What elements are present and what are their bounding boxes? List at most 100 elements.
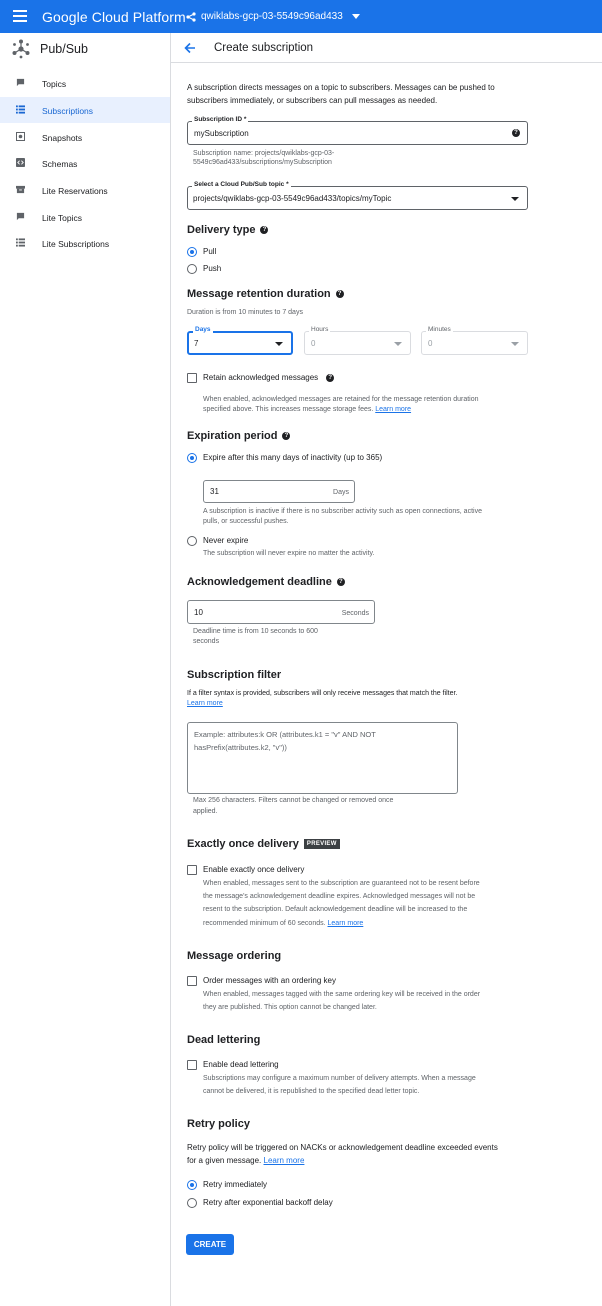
topic-icon xyxy=(16,78,25,87)
sidebar-item-label: Topics xyxy=(42,79,67,89)
filter-desc: If a filter syntax is provided, subscrib… xyxy=(187,690,458,697)
filter-hint-1: Max 256 characters. Filters cannot be ch… xyxy=(193,797,394,804)
retain-desc-2: specified above. This increases message … xyxy=(203,406,412,413)
expiration-desc-2: pulls, or successful pushes. xyxy=(203,518,289,525)
minutes-label: Minutes xyxy=(426,326,453,333)
ack-deadline-input[interactable]: 10 Seconds xyxy=(187,600,375,624)
hours-select[interactable]: Hours 0 xyxy=(304,326,411,355)
sidebar-item-snapshots[interactable]: Snapshots xyxy=(0,124,170,150)
sidebar-item-lite-topics[interactable]: Lite Topics xyxy=(0,204,170,230)
sidebar-item-label: Lite Reservations xyxy=(42,186,108,196)
retain-acked-checkbox[interactable] xyxy=(187,373,197,383)
push-label: Push xyxy=(203,264,222,273)
dead-letter-desc-2: cannot be delivered, it is republished t… xyxy=(203,1088,420,1095)
topic-select-label: Select a Cloud Pub/Sub topic * xyxy=(192,181,291,188)
sidebar-item-subscriptions[interactable]: Subscriptions xyxy=(0,97,170,123)
brand-title[interactable]: Google Cloud Platform xyxy=(42,9,186,25)
days-value: 7 xyxy=(194,339,199,348)
filter-textarea[interactable]: Example: attributes:k OR (attributes.k1 … xyxy=(187,722,458,794)
exactly-once-desc-2: the message's acknowledgement deadline e… xyxy=(203,893,476,900)
ordering-checkbox[interactable] xyxy=(187,976,197,986)
exactly-once-desc-1: When enabled, messages sent to the subsc… xyxy=(203,880,480,887)
sidebar-item-lite-reservations[interactable]: Lite Reservations xyxy=(0,177,170,203)
dropdown-arrow-icon xyxy=(394,342,402,346)
days-label: Days xyxy=(193,326,213,333)
retry-backoff-radio[interactable] xyxy=(187,1198,197,1208)
learn-more-link[interactable]: Learn more xyxy=(264,1156,305,1165)
topic-select-value: projects/qwiklabs-gcp-03-5549c96ad433/to… xyxy=(193,194,392,203)
expiration-days-input[interactable]: 31 Days xyxy=(203,480,355,503)
retry-backoff-label: Retry after exponential backoff delay xyxy=(203,1198,333,1207)
help-icon[interactable]: ? xyxy=(336,578,345,587)
minutes-select[interactable]: Minutes 0 xyxy=(421,326,528,355)
create-button[interactable]: CREATE xyxy=(186,1234,234,1255)
reservation-icon xyxy=(16,185,25,194)
exactly-once-desc-3: resent to the subscription. Default ackn… xyxy=(203,906,468,913)
top-app-bar: Google Cloud Platform qwiklabs-gcp-03-55… xyxy=(0,0,602,33)
sidebar-item-schemas[interactable]: Schemas xyxy=(0,150,170,176)
ordering-label: Order messages with an ordering key xyxy=(203,976,336,985)
push-radio[interactable] xyxy=(187,264,197,274)
help-icon[interactable]: ? xyxy=(335,290,344,299)
project-selector[interactable]: qwiklabs-gcp-03-5549c96ad433 xyxy=(186,11,360,22)
never-expire-label: Never expire xyxy=(203,536,249,545)
help-icon[interactable]: ? xyxy=(260,226,269,235)
intro-line-2: subscribers immediately, or subscribers … xyxy=(187,96,438,105)
ack-deadline-hint-2: seconds xyxy=(193,638,220,645)
list-icon xyxy=(16,238,25,247)
topic-select[interactable]: Select a Cloud Pub/Sub topic * projects/… xyxy=(187,181,528,210)
days-suffix: Days xyxy=(333,489,349,496)
schema-icon xyxy=(16,158,25,167)
filter-hint-2: applied. xyxy=(193,808,218,815)
dropdown-arrow-icon xyxy=(511,197,519,201)
sidebar-item-label: Subscriptions xyxy=(42,106,94,116)
sidebar-item-lite-subscriptions[interactable]: Lite Subscriptions xyxy=(0,230,170,256)
ordering-heading: Message ordering xyxy=(187,950,282,962)
filter-learn-more-link[interactable]: Learn more xyxy=(187,698,223,709)
retain-acked-label: Retain acknowledged messages? xyxy=(203,371,335,384)
exactly-once-label: Enable exactly once delivery xyxy=(203,865,305,874)
expiration-heading: Expiration period? xyxy=(187,430,291,442)
minutes-value: 0 xyxy=(428,339,433,348)
retry-desc-1: Retry policy will be triggered on NACKs … xyxy=(187,1143,498,1152)
filter-placeholder-2: hasPrefix(attributes.k2, "v")) xyxy=(194,743,287,752)
sidebar-item-topics[interactable]: Topics xyxy=(0,70,170,96)
hours-label: Hours xyxy=(309,326,331,333)
delivery-type-heading: Delivery type? xyxy=(187,224,269,236)
expire-after-radio[interactable] xyxy=(187,453,197,463)
subscription-id-field[interactable]: Subscription ID * mySubscription ? xyxy=(187,116,528,145)
dead-letter-checkbox[interactable] xyxy=(187,1060,197,1070)
service-header: Pub/Sub xyxy=(11,39,88,59)
pull-radio[interactable] xyxy=(187,247,197,257)
dead-letter-label: Enable dead lettering xyxy=(203,1060,279,1069)
service-title: Pub/Sub xyxy=(40,42,88,56)
dead-letter-desc-1: Subscriptions may configure a maximum nu… xyxy=(203,1075,476,1082)
sidebar-item-label: Lite Subscriptions xyxy=(42,239,110,249)
pubsub-icon xyxy=(12,39,30,59)
pull-label: Pull xyxy=(203,247,217,256)
subscription-name-hint-2: 5549c96ad433/subscriptions/mySubscriptio… xyxy=(193,159,332,166)
retry-immediately-radio[interactable] xyxy=(187,1180,197,1190)
chevron-down-icon xyxy=(351,14,360,19)
page-title: Create subscription xyxy=(214,42,314,54)
days-select[interactable]: Days 7 xyxy=(187,326,293,355)
learn-more-link[interactable]: Learn more xyxy=(328,920,364,927)
back-arrow-icon[interactable] xyxy=(184,42,196,54)
filter-heading: Subscription filter xyxy=(187,669,282,681)
help-icon[interactable]: ? xyxy=(326,373,335,382)
exactly-once-desc-4: recommended minimum of 60 seconds. Learn… xyxy=(203,920,364,927)
menu-icon[interactable] xyxy=(13,10,27,22)
never-expire-radio[interactable] xyxy=(187,536,197,546)
snapshot-icon xyxy=(16,132,25,141)
main-content: Create subscription A subscription direc… xyxy=(171,33,602,1306)
help-icon[interactable]: ? xyxy=(282,432,291,441)
ack-deadline-value: 10 xyxy=(194,608,203,617)
learn-more-link[interactable]: Learn more xyxy=(375,406,411,413)
exactly-once-checkbox[interactable] xyxy=(187,865,197,875)
expire-after-label: Expire after this many days of inactivit… xyxy=(203,453,383,462)
seconds-suffix: Seconds xyxy=(341,610,369,617)
sidebar: Pub/Sub Topics Subscriptions Snapshots S… xyxy=(0,33,171,1306)
help-icon[interactable]: ? xyxy=(512,129,520,137)
exactly-once-heading: Exactly once delivery PREVIEW xyxy=(187,838,340,850)
retry-desc-2: for a given message. Learn more xyxy=(187,1156,305,1165)
